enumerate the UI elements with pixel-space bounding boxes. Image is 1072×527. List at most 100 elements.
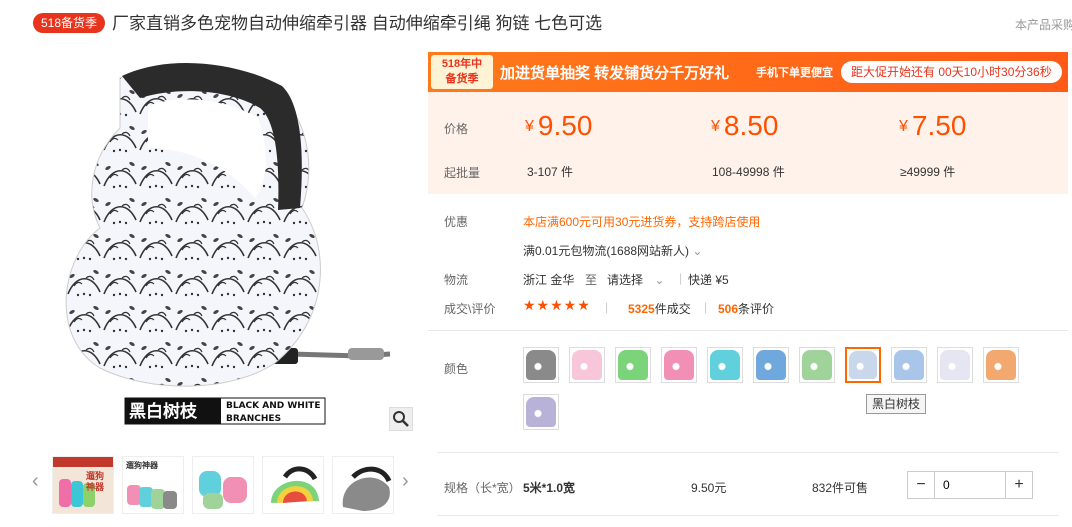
logistics-origin: 浙江 金华 [523, 273, 575, 287]
currency-symbol: ¥ [899, 118, 908, 135]
title-row: 518备货季 厂家直销多色宠物自动伸缩牵引器 自动伸缩牵引绳 狗链 七色可选 本… [0, 0, 1072, 44]
divider [438, 515, 1058, 516]
price-value: 7.50 [911, 110, 967, 141]
thumbnail-2[interactable]: 遛狗神器 [122, 456, 184, 514]
deals-suffix: 件成交 [654, 302, 691, 316]
qty-input[interactable] [934, 472, 1006, 498]
thumbnail-4[interactable] [262, 456, 324, 514]
swatch-thumbnail [756, 350, 786, 380]
shipping-promo[interactable]: 满0.01元包物流(1688网站新人) ⌄ [523, 242, 702, 259]
color-swatch-cyan-polka[interactable] [707, 347, 743, 383]
swatch-thumbnail [618, 350, 648, 380]
chevron-down-icon: ⌄ [692, 244, 703, 258]
main-product-image[interactable]: 黑白树枝 BLACK AND WHITE BRANCHES [30, 48, 420, 443]
price-tier-1: ¥9.50 [525, 110, 592, 142]
express-fee: 快递 ¥5 [688, 273, 729, 287]
shipping-promo-text: 满0.01元包物流(1688网站新人) [523, 244, 690, 258]
thumb-next-arrow-icon[interactable]: › [402, 470, 409, 493]
thumb2-text: 遛狗神器 [125, 460, 159, 470]
swatch-thumbnail [526, 397, 556, 427]
product-title: 厂家直销多色宠物自动伸缩牵引器 自动伸缩牵引绳 狗链 七色可选 [112, 14, 603, 33]
thumb1-text-b: 神器 [86, 481, 105, 492]
qty-plus-button[interactable]: + [1006, 472, 1032, 498]
color-swatch-green-floral[interactable] [799, 347, 835, 383]
logistics-label: 物流 [444, 273, 469, 287]
currency-symbol: ¥ [711, 118, 720, 135]
caption-en-2: BRANCHES [226, 414, 281, 424]
banner-tag: 518年中 备货季 [431, 55, 493, 89]
swatch-thumbnail [572, 350, 602, 380]
color-label: 颜色 [444, 362, 469, 376]
procurement-link[interactable]: 本产品采购 [1015, 16, 1072, 33]
thumbnail-strip: ‹ 遛狗 神器 遛狗神器 › [30, 452, 420, 516]
discount-label: 优惠 [444, 215, 469, 229]
separator: | [605, 300, 609, 314]
price-tier-2: ¥8.50 [711, 110, 778, 142]
thumbnail-5[interactable] [332, 456, 394, 514]
color-swatch-purple-floral[interactable] [523, 394, 559, 430]
separator: | [704, 300, 708, 314]
magnifier-icon [393, 411, 409, 427]
spec-price: 9.50元 [691, 481, 727, 495]
price-label: 价格 [444, 122, 469, 136]
caption-en-1: BLACK AND WHITE [226, 401, 320, 411]
color-swatch-grey[interactable] [523, 347, 559, 383]
thumb1-text-a: 遛狗 [85, 470, 104, 481]
price-value: 8.50 [723, 110, 779, 141]
color-swatch-rainbow-stripes[interactable] [615, 347, 651, 383]
color-swatch-blue-pattern[interactable] [753, 347, 789, 383]
promo-banner[interactable]: 518年中 备货季 加进货单抽奖 转发铺货分千万好礼 手机下单更便宜 距大促开始… [428, 52, 1068, 92]
color-swatch-white-floral[interactable] [937, 347, 973, 383]
qty-minus-button[interactable]: − [908, 472, 934, 498]
color-swatch-pink-dots[interactable] [569, 347, 605, 383]
color-swatch-black-white-branches[interactable] [845, 347, 881, 383]
swatch-thumbnail [894, 350, 924, 380]
banner-sub-text: 手机下单更便宜 [756, 67, 833, 79]
currency-symbol: ¥ [525, 118, 534, 135]
destination-text: 请选择 [607, 273, 644, 287]
deals-number: 5325 [628, 302, 655, 316]
range-tier-1: 3-107 件 [527, 165, 574, 179]
rating-stars-icon: ★★★★★ [523, 297, 591, 313]
color-swatch-blue-floral[interactable] [891, 347, 927, 383]
divider [438, 452, 1058, 453]
swatch-thumbnail [526, 350, 556, 380]
divider [428, 330, 1068, 331]
reviews-number: 506 [718, 302, 739, 316]
zoom-button[interactable] [389, 407, 413, 431]
deals-label: 成交\评价 [444, 302, 496, 316]
caption-cn: 黑白树枝 [129, 401, 198, 422]
destination-select[interactable]: 请选择 ⌄ [607, 271, 664, 288]
reviews-count[interactable]: 506条评价 [718, 300, 774, 317]
color-swatch-pink-polka[interactable] [661, 347, 697, 383]
banner-main-text: 加进货单抽奖 转发铺货分千万好礼 [500, 65, 730, 82]
thumbnail-1[interactable]: 遛狗 神器 [52, 456, 114, 514]
separator: | [679, 271, 683, 285]
banner-tag-line2: 备货季 [445, 73, 479, 85]
discount-text[interactable]: 本店满600元可用30元进货券，支持跨店使用 [523, 213, 760, 230]
swatch-thumbnail [664, 350, 694, 380]
swatch-thumbnail [986, 350, 1016, 380]
thumbnail-3[interactable] [192, 456, 254, 514]
thumb-prev-arrow-icon[interactable]: ‹ [32, 470, 39, 493]
banner-tag-line1: 518年中 [441, 58, 483, 70]
price-value: 9.50 [537, 110, 593, 141]
quantity-stepper: − + [907, 471, 1033, 499]
swatch-thumbnail [940, 350, 970, 380]
spec-label: 规格（长*宽） [444, 481, 521, 495]
swatch-thumbnail [849, 351, 877, 379]
range-tier-3: ≥49999 件 [900, 165, 956, 179]
promo-badge[interactable]: 518备货季 [33, 13, 106, 33]
color-swatch-colorful-floral[interactable] [983, 347, 1019, 383]
price-box: 价格 起批量 ¥9.50 ¥8.50 ¥7.50 3-107 件 108-499… [428, 92, 1068, 194]
swatch-thumbnail [710, 350, 740, 380]
price-tier-3: ¥7.50 [899, 110, 966, 142]
swatch-thumbnail [802, 350, 832, 380]
spec-stock: 832件可售 [812, 481, 869, 495]
reviews-suffix: 条评价 [738, 302, 775, 316]
swatch-tooltip: 黑白树枝 [866, 394, 927, 414]
chevron-down-icon: ⌄ [654, 273, 665, 287]
range-tier-2: 108-49998 件 [712, 165, 785, 179]
countdown-timer: 距大促开始还有 00天10小时30分36秒 [841, 61, 1062, 83]
deals-count[interactable]: 5325件成交 [628, 300, 691, 317]
